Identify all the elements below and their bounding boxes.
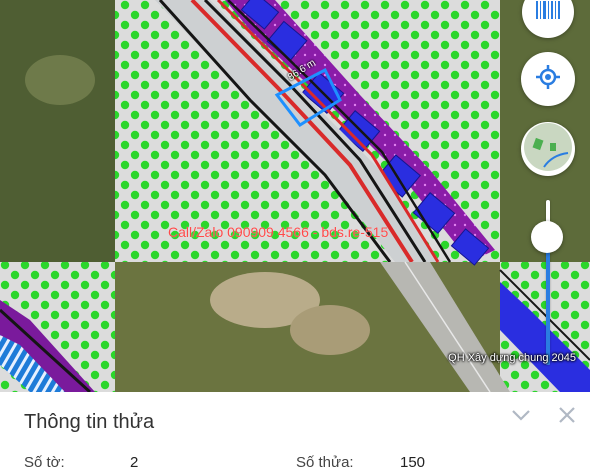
- parcel-info-panel: Thông tin thửa Số tờ: 2 Số thửa: 150: [0, 392, 590, 471]
- panel-title: Thông tin thửa: [24, 411, 155, 433]
- layer-name-label: QH Xây dựng chung 2045: [448, 352, 576, 364]
- layer-opacity-fill: [546, 236, 550, 365]
- bare-ground: [25, 55, 95, 105]
- chevron-down-icon: [510, 410, 532, 430]
- locate-icon: [535, 64, 561, 95]
- so-thua-label: Số thửa:: [296, 454, 354, 471]
- layer-opacity-thumb[interactable]: [531, 221, 563, 253]
- locate-button[interactable]: [521, 52, 575, 106]
- so-to-value: 2: [130, 454, 139, 471]
- close-button[interactable]: [556, 404, 578, 426]
- collapse-button[interactable]: [510, 404, 532, 426]
- satellite-patch: [0, 0, 115, 262]
- so-to-label: Số tờ:: [24, 454, 65, 471]
- barcode-icon: [536, 0, 560, 24]
- watermark-text: Call/Zalo 090909 4566 - bds.re-515: [168, 224, 389, 240]
- so-thua-value: 150: [400, 454, 426, 471]
- bare-ground: [290, 305, 370, 355]
- map-view[interactable]: [0, 0, 590, 392]
- layer-button[interactable]: [521, 122, 575, 176]
- layer-thumbnail-icon: [524, 122, 572, 176]
- close-icon: [556, 407, 578, 430]
